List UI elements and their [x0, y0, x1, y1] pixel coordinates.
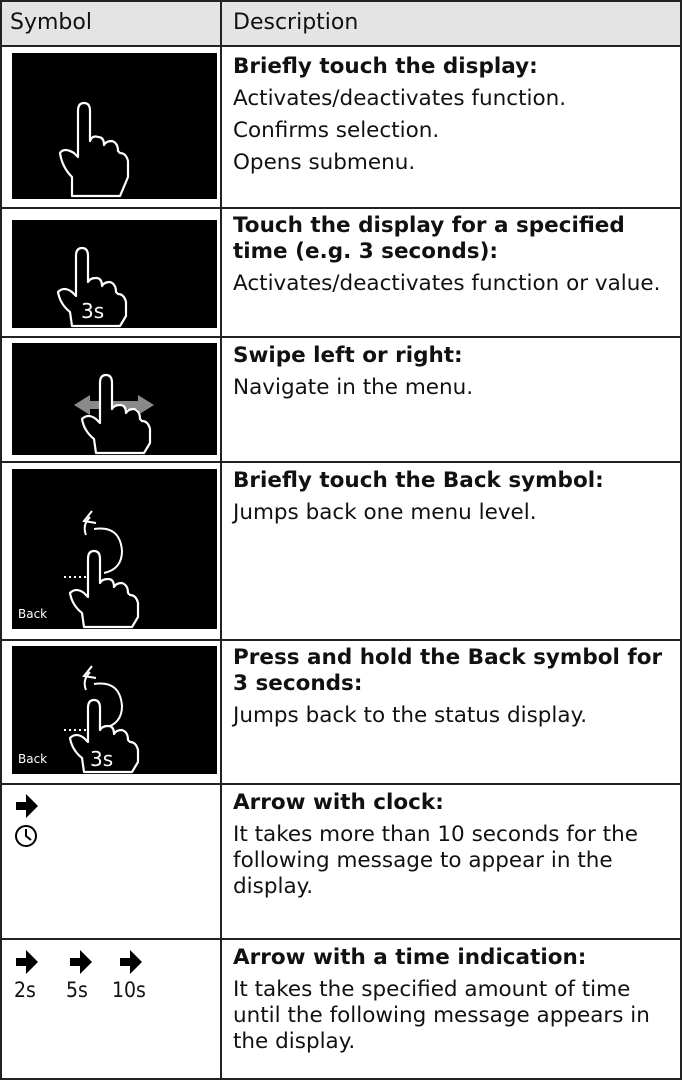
arrow-clock-symbol	[14, 792, 54, 852]
back-hold-icon: 3s Back	[12, 646, 217, 774]
header-symbol: Symbol	[10, 10, 92, 35]
back-label: Back	[18, 607, 48, 621]
row-7-title: Arrow with a time indication:	[233, 945, 587, 970]
hold-3s-label: 3s	[90, 747, 113, 771]
touch-display-icon	[12, 53, 217, 199]
row-1-title: Briefly touch the display:	[233, 54, 538, 79]
time-label-2s: 2s	[14, 978, 36, 1002]
hold-3s-label: 3s	[81, 299, 104, 323]
header-description: Description	[233, 10, 359, 35]
row-3-title: Swipe left or right:	[233, 343, 463, 368]
arrow-right-icon	[120, 950, 142, 974]
row-2-line-1: Activates/deactivates function or value.	[233, 271, 661, 296]
row-1-description: Briefly touch the display: Activates/dea…	[233, 54, 678, 176]
touch-hold-icon: 3s	[12, 220, 217, 328]
row-2-title: Touch the display for a specified time (…	[233, 213, 625, 264]
arrow-right-icon	[16, 950, 38, 974]
arrow-right-icon	[16, 794, 38, 818]
row-1-line-1: Activates/deactivates function.	[233, 86, 567, 111]
row-3-description: Swipe left or right: Navigate in the men…	[233, 343, 678, 401]
back-label: Back	[18, 752, 48, 766]
time-label-5s: 5s	[66, 978, 88, 1002]
time-label-10s: 10s	[112, 978, 146, 1002]
back-touch-icon: Back	[12, 469, 217, 629]
symbol-table: Symbol Description Briefly touch the dis…	[0, 0, 682, 1080]
row-5-line-1: Jumps back to the status display.	[233, 703, 588, 728]
row-4-description: Briefly touch the Back symbol: Jumps bac…	[233, 468, 678, 526]
row-3-line-1: Navigate in the menu.	[233, 375, 474, 400]
row-1-line-3: Opens submenu.	[233, 150, 416, 175]
row-7-line-1: It takes the specified amount of time un…	[233, 977, 650, 1054]
row-6-description: Arrow with clock: It takes more than 10 …	[233, 790, 678, 900]
row-1-line-2: Confirms selection.	[233, 118, 440, 143]
row-7-description: Arrow with a time indication: It takes t…	[233, 945, 678, 1055]
row-4-title: Briefly touch the Back symbol:	[233, 468, 604, 493]
row-5-title: Press and hold the Back symbol for 3 sec…	[233, 645, 663, 696]
arrow-time-symbol: 2s 5s 10s	[14, 948, 214, 1008]
row-6-title: Arrow with clock:	[233, 790, 444, 815]
row-4-line-1: Jumps back one menu level.	[233, 500, 537, 525]
swipe-icon	[12, 343, 217, 455]
row-6-line-1: It takes more than 10 seconds for the fo…	[233, 822, 638, 899]
arrow-right-icon	[70, 950, 92, 974]
row-5-description: Press and hold the Back symbol for 3 sec…	[233, 645, 678, 729]
row-2-description: Touch the display for a specified time (…	[233, 213, 678, 297]
